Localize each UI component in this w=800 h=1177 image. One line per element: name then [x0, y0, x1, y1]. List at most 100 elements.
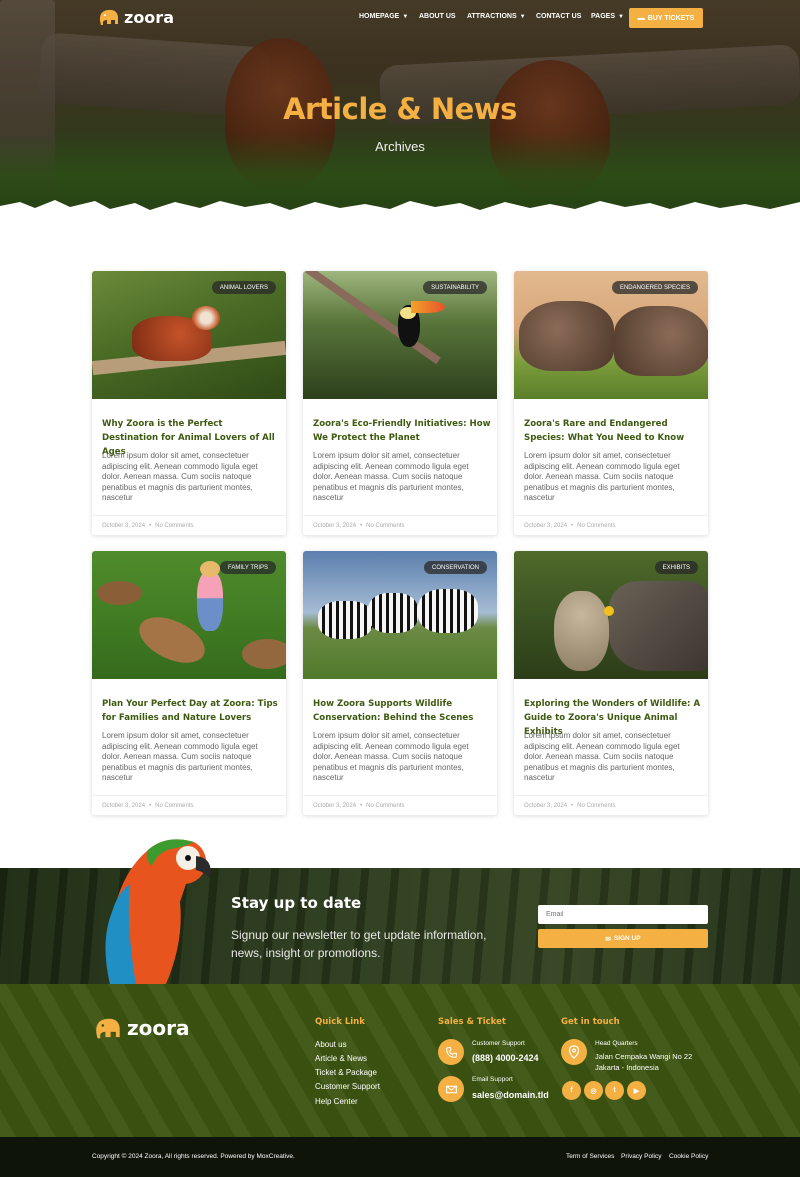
page-title: Article & News	[283, 92, 517, 126]
category-badge[interactable]: CONSERVATION	[423, 561, 487, 574]
post-meta: October 3, 2024 • No Comments	[92, 795, 286, 815]
post-excerpt: Lorem ipsum dolor sit amet, consectetuer…	[102, 731, 258, 782]
facebook-icon[interactable]: f	[562, 1081, 581, 1100]
post-date: October 3, 2024	[102, 522, 146, 529]
post-card[interactable]: ENDANGERED SPECIES Zoora's Rare and Enda…	[514, 271, 708, 535]
hq-label: Head Quarters	[595, 1040, 638, 1047]
category-badge[interactable]: SUSTAINABILITY	[423, 281, 487, 294]
site-logo[interactable]: zoora	[97, 7, 174, 27]
envelope-icon	[438, 1076, 464, 1102]
post-comments-link[interactable]: No Comments	[155, 803, 193, 809]
menu-item-homepage[interactable]: HOMEPAGE ▼	[359, 13, 419, 20]
youtube-icon[interactable]: ▶	[627, 1081, 646, 1100]
hq-address-line1: Jalan Cempaka Wangi No 22	[595, 1052, 693, 1061]
post-date: October 3, 2024	[102, 802, 146, 809]
post-title[interactable]: Plan Your Perfect Day at Zoora: Tips for…	[102, 697, 280, 725]
page-subtitle: Archives	[375, 139, 425, 154]
category-badge[interactable]: FAMILY TRIPS	[219, 561, 276, 574]
phone-number[interactable]: (888) 4000-2424	[472, 1053, 539, 1063]
menu-item-pages[interactable]: PAGES ▼	[591, 13, 624, 20]
newsletter-text: Signup our newsletter to get update info…	[231, 928, 487, 960]
privacy-policy-link[interactable]: Privacy Policy	[621, 1153, 661, 1160]
sales-ticket-heading: Sales & Ticket	[438, 1017, 506, 1027]
newsletter-email-input[interactable]	[538, 905, 708, 924]
location-pin-icon	[561, 1039, 587, 1065]
buy-tickets-button[interactable]: ▬ BUY TICKETS	[629, 8, 703, 28]
menu-item-label: ATTRACTIONS	[467, 13, 517, 20]
post-card[interactable]: EXHIBITS Exploring the Wonders of Wildli…	[514, 551, 708, 815]
post-excerpt: Lorem ipsum dolor sit amet, consectetuer…	[313, 451, 469, 502]
menu-item-contact-us[interactable]: CONTACT US	[536, 13, 591, 20]
menu-item-label: CONTACT US	[536, 13, 582, 20]
buy-tickets-label: BUY TICKETS	[647, 14, 695, 22]
post-title[interactable]: How Zoora Supports Wildlife Conservation…	[313, 697, 491, 725]
ticket-icon: ▬	[637, 14, 645, 22]
post-date: October 3, 2024	[524, 802, 568, 809]
terms-of-service-link[interactable]: Term of Services	[566, 1153, 614, 1160]
torn-edge	[0, 200, 800, 222]
chevron-down-icon: ▼	[618, 13, 624, 20]
cookie-policy-link[interactable]: Cookie Policy	[669, 1153, 708, 1160]
chevron-down-icon: ▼	[402, 13, 409, 20]
email-label: Email Support	[472, 1076, 513, 1083]
post-image-monkey[interactable]: EXHIBITS	[514, 551, 708, 679]
post-meta: October 3, 2024 • No Comments	[514, 515, 708, 535]
elephant-icon	[99, 9, 118, 25]
menu-item-label: PAGES	[591, 13, 615, 20]
post-card[interactable]: ANIMAL LOVERS Why Zoora is the Perfect D…	[92, 271, 286, 535]
post-meta: October 3, 2024 • No Comments	[514, 795, 708, 815]
newsletter-title: Stay up to date	[231, 894, 362, 912]
footer-link-help-center[interactable]: Help Center	[315, 1097, 358, 1106]
post-image-toucan[interactable]: SUSTAINABILITY	[303, 271, 497, 399]
post-title[interactable]: Zoora's Rare and Endangered Species: Wha…	[524, 417, 702, 445]
post-card[interactable]: CONSERVATION How Zoora Supports Wildlife…	[303, 551, 497, 815]
category-badge[interactable]: ENDANGERED SPECIES	[611, 281, 698, 294]
post-meta: October 3, 2024 • No Comments	[92, 515, 286, 535]
logo-wordmark: zoora	[127, 1016, 190, 1040]
chevron-down-icon: ▼	[519, 13, 526, 20]
sign-up-button[interactable]: ✉ SIGN UP	[538, 929, 708, 948]
menu-item-attractions[interactable]: ATTRACTIONS ▼	[467, 13, 536, 20]
category-badge[interactable]: ANIMAL LOVERS	[211, 281, 276, 294]
post-date: October 3, 2024	[313, 802, 357, 809]
copyright-text: Copyright © 2024 Zoora, All rights reser…	[92, 1153, 295, 1160]
logo-wordmark: zoora	[124, 7, 174, 27]
sign-up-label: SIGN UP	[613, 935, 641, 942]
footer-link-ticket-package[interactable]: Ticket & Package	[315, 1068, 377, 1077]
post-title[interactable]: Zoora's Eco-Friendly Initiatives: How We…	[313, 417, 491, 445]
quick-link-heading: Quick Link	[315, 1017, 365, 1027]
post-meta: October 3, 2024 • No Comments	[303, 795, 497, 815]
footer-logo[interactable]: zoora	[92, 1015, 189, 1041]
post-comments-link[interactable]: No Comments	[366, 803, 404, 809]
hq-address-line2: Jakarta - Indonesia	[595, 1063, 659, 1072]
post-image-zebras[interactable]: CONSERVATION	[303, 551, 497, 679]
post-comments-link[interactable]: No Comments	[577, 803, 615, 809]
post-date: October 3, 2024	[313, 522, 357, 529]
category-badge[interactable]: EXHIBITS	[654, 561, 698, 574]
post-excerpt: Lorem ipsum dolor sit amet, consectetuer…	[524, 731, 680, 782]
post-image-family-deer[interactable]: FAMILY TRIPS	[92, 551, 286, 679]
post-comments-link[interactable]: No Comments	[155, 523, 193, 529]
menu-item-about-us[interactable]: ABOUT US	[419, 13, 467, 20]
phone-label: Customer Support	[472, 1040, 525, 1047]
phone-icon	[438, 1039, 464, 1065]
email-address[interactable]: sales@domain.tld	[472, 1090, 549, 1100]
post-date: October 3, 2024	[524, 522, 568, 529]
instagram-icon[interactable]: ◎	[584, 1081, 603, 1100]
footer-link-about-us[interactable]: About us	[315, 1040, 347, 1049]
post-image-rhinos[interactable]: ENDANGERED SPECIES	[514, 271, 708, 399]
menu-item-label: ABOUT US	[419, 13, 456, 20]
top-navigation: zoora HOMEPAGE ▼ ABOUT US ATTRACTIONS ▼ CO…	[0, 0, 800, 36]
post-excerpt: Lorem ipsum dolor sit amet, consectetuer…	[313, 731, 469, 782]
main-menu: HOMEPAGE ▼ ABOUT US ATTRACTIONS ▼ CONTACT …	[359, 13, 624, 20]
post-card[interactable]: FAMILY TRIPS Plan Your Perfect Day at Zo…	[92, 551, 286, 815]
twitter-icon[interactable]: t	[605, 1081, 624, 1100]
footer-link-article-news[interactable]: Article & News	[315, 1054, 367, 1063]
post-comments-link[interactable]: No Comments	[577, 523, 615, 529]
post-meta: October 3, 2024 • No Comments	[303, 515, 497, 535]
footer-link-customer-support[interactable]: Customer Support	[315, 1082, 380, 1091]
menu-item-label: HOMEPAGE	[359, 13, 400, 20]
post-comments-link[interactable]: No Comments	[366, 523, 404, 529]
post-image-red-panda[interactable]: ANIMAL LOVERS	[92, 271, 286, 399]
post-card[interactable]: SUSTAINABILITY Zoora's Eco-Friendly Init…	[303, 271, 497, 535]
